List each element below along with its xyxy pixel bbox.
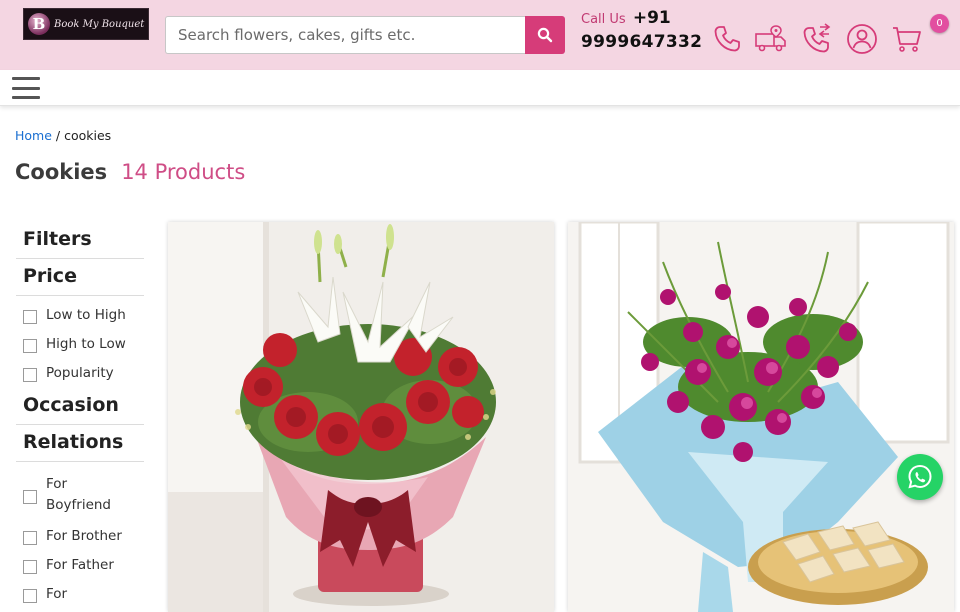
checkbox[interactable]: [23, 489, 37, 504]
checkbox[interactable]: [23, 589, 37, 603]
product-card[interactable]: [568, 222, 954, 612]
checkbox[interactable]: [23, 368, 37, 382]
call-us-label: Call Us: [581, 12, 626, 27]
checkbox[interactable]: [23, 339, 37, 353]
call-number[interactable]: 9999647332: [581, 32, 702, 52]
page-title: Cookies: [15, 160, 108, 184]
hamburger-menu-icon[interactable]: [12, 75, 40, 101]
whatsapp-chat-button[interactable]: [897, 454, 943, 500]
search-icon: [537, 27, 553, 43]
filter-option-label: Popularity: [46, 365, 114, 381]
logo-monogram: B: [28, 13, 50, 35]
filter-option-label: For Brother: [46, 528, 122, 544]
call-us-block[interactable]: Call Us +91 9999647332: [581, 8, 702, 52]
filter-option-popularity[interactable]: Popularity: [16, 359, 144, 388]
filter-option-label: High to Low: [46, 336, 126, 352]
user-account-icon[interactable]: [845, 22, 879, 56]
product-count: 14 Products: [121, 160, 246, 184]
filter-option-label: For Boyfriend: [46, 476, 111, 513]
checkbox[interactable]: [23, 310, 37, 324]
red-roses-white-lilies-bouquet-image: [168, 222, 554, 612]
phone-icon[interactable]: [710, 22, 744, 56]
cart-count-badge: 0: [930, 14, 949, 33]
filter-option-low-to-high[interactable]: Low to High: [16, 301, 144, 330]
nav-bar: [0, 70, 960, 106]
filter-sidebar: Filters Price Low to High High to Low Po…: [16, 222, 144, 609]
breadcrumb: Home / cookies: [15, 128, 111, 143]
filter-option-label: For Father: [46, 557, 114, 573]
logo-text: Book My Bouquet: [54, 18, 145, 30]
cart-icon[interactable]: [890, 22, 924, 56]
call-forward-icon[interactable]: [800, 22, 834, 56]
price-filter-heading[interactable]: Price: [16, 259, 144, 296]
filter-option-partial[interactable]: For: [16, 580, 144, 609]
product-card[interactable]: [168, 222, 554, 612]
delivery-truck-icon[interactable]: [754, 22, 788, 56]
search-button[interactable]: [525, 16, 565, 54]
filter-option-high-to-low[interactable]: High to Low: [16, 330, 144, 359]
filter-option-label: Low to High: [46, 307, 126, 323]
site-logo[interactable]: B Book My Bouquet: [23, 8, 149, 40]
search-bar: [165, 16, 565, 54]
purple-orchids-bouquet-with-kaju-katli-image: [568, 222, 954, 612]
call-country-code: +91: [632, 8, 671, 28]
breadcrumb-separator: /: [51, 128, 65, 143]
filter-option-for-boyfriend[interactable]: For Boyfriend: [16, 468, 144, 522]
filter-option-for-brother[interactable]: For Brother: [16, 522, 144, 551]
breadcrumb-home-link[interactable]: Home: [15, 128, 52, 143]
checkbox[interactable]: [23, 560, 37, 574]
relations-filter-heading[interactable]: Relations: [16, 425, 144, 462]
filter-option-for-father[interactable]: For Father: [16, 551, 144, 580]
header-bar: B Book My Bouquet Call Us +91 9999647332…: [0, 0, 960, 70]
occasion-filter-heading[interactable]: Occasion: [16, 388, 144, 425]
breadcrumb-current: cookies: [64, 128, 112, 143]
search-input[interactable]: [165, 16, 526, 54]
filters-heading: Filters: [16, 222, 144, 259]
whatsapp-icon: [908, 464, 932, 489]
checkbox[interactable]: [23, 531, 37, 545]
page-title-row: Cookies 14 Products: [15, 160, 245, 184]
